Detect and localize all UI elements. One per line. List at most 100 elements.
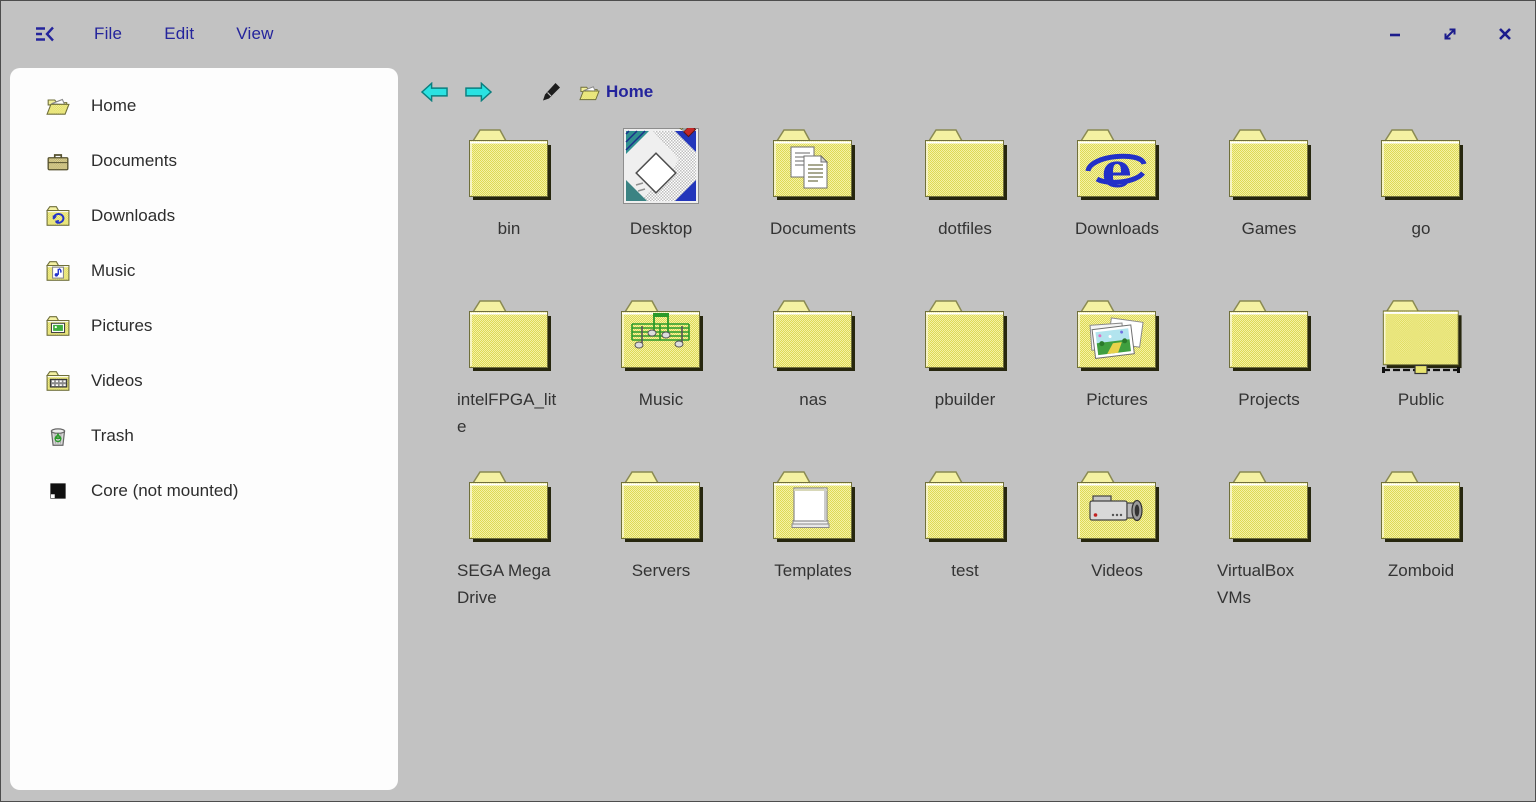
sidebar-item-label: Music [91, 261, 135, 281]
folder-label: test [889, 557, 1041, 584]
home-open-folder-icon [46, 94, 70, 118]
grid-folder-bin[interactable]: bin [433, 117, 585, 288]
close-button[interactable] [1495, 25, 1514, 44]
sidebar-item-documents[interactable]: Documents [10, 133, 398, 188]
sidebar-item-label: Pictures [91, 316, 152, 336]
folder-label: Templates [737, 557, 889, 584]
pencil-icon [541, 82, 561, 102]
sidebar-item-pictures[interactable]: Pictures [10, 298, 398, 353]
folder-icon [767, 296, 859, 378]
window-controls [1385, 0, 1514, 68]
desktop-notepad-pencil-icon [615, 125, 707, 207]
menu-file[interactable]: File [94, 24, 122, 44]
sidebar-item-music[interactable]: Music [10, 243, 398, 298]
folder-picture-icon [46, 314, 70, 338]
folder-filmstrip-icon [46, 369, 70, 393]
sidebar-item-trash[interactable]: Trash [10, 408, 398, 463]
sidebar-item-core-unmounted[interactable]: Core (not mounted) [10, 463, 398, 518]
grid-folder-desktop[interactable]: Desktop [585, 117, 737, 288]
folder-internet-e-icon [1071, 125, 1163, 207]
folder-label: go [1345, 215, 1497, 242]
breadcrumb[interactable]: Home [579, 82, 653, 103]
forward-button[interactable] [465, 82, 492, 102]
folder-sync-icon [46, 204, 70, 228]
folder-icon [463, 467, 555, 549]
toolbar: Home [421, 78, 653, 106]
sidebar-item-videos[interactable]: Videos [10, 353, 398, 408]
folder-label: dotfiles [889, 215, 1041, 242]
grid-folder-public[interactable]: Public [1345, 288, 1497, 459]
breadcrumb-label: Home [606, 82, 653, 102]
grid-folder-videos[interactable]: Videos [1041, 459, 1193, 630]
folder-label: Public [1345, 386, 1497, 413]
folder-label: SEGA Mega Drive [433, 557, 585, 611]
folder-label: Music [585, 386, 737, 413]
grid-folder-pbuilder[interactable]: pbuilder [889, 288, 1041, 459]
folder-label: Pictures [1041, 386, 1193, 413]
rename-location-button[interactable] [541, 82, 561, 102]
grid-folder-go[interactable]: go [1345, 117, 1497, 288]
folder-documents-icon [767, 125, 859, 207]
folder-label: Documents [737, 215, 889, 242]
folder-label: nas [737, 386, 889, 413]
drive-unmounted-icon [46, 479, 70, 503]
sidebar-item-downloads[interactable]: Downloads [10, 188, 398, 243]
grid-folder-documents[interactable]: Documents [737, 117, 889, 288]
folder-icon [919, 125, 1011, 207]
folder-label: pbuilder [889, 386, 1041, 413]
grid-folder-music[interactable]: Music [585, 288, 737, 459]
folder-label: Desktop [585, 215, 737, 242]
sidebar: Home Documents Downloads Music Pictures … [10, 68, 398, 790]
folder-paper-stack-icon [767, 467, 859, 549]
folder-label: VirtualBox VMs [1193, 557, 1345, 611]
sidebar-item-home[interactable]: Home [10, 78, 398, 133]
folder-label: Servers [585, 557, 737, 584]
folder-icon [463, 125, 555, 207]
folder-label: Projects [1193, 386, 1345, 413]
grid-folder-nas[interactable]: nas [737, 288, 889, 459]
grid-folder-projects[interactable]: Projects [1193, 288, 1345, 459]
briefcase-icon [46, 149, 70, 173]
minimize-button[interactable] [1385, 25, 1404, 44]
folder-icon [1375, 125, 1467, 207]
grid-folder-virtualbox-vms[interactable]: VirtualBox VMs [1193, 459, 1345, 630]
trash-can-icon [46, 424, 70, 448]
folder-icon [615, 467, 707, 549]
folder-label: Games [1193, 215, 1345, 242]
back-arrow-icon [421, 82, 448, 102]
grid-folder-pictures[interactable]: Pictures [1041, 288, 1193, 459]
folder-network-share-icon [1375, 296, 1467, 378]
grid-folder-templates[interactable]: Templates [737, 459, 889, 630]
sidebar-toggle-icon[interactable] [34, 24, 56, 44]
forward-arrow-icon [465, 82, 492, 102]
folder-icon [1223, 296, 1315, 378]
folder-music-icon [46, 259, 70, 283]
grid-folder-dotfiles[interactable]: dotfiles [889, 117, 1041, 288]
folder-grid: bin Desktop Documents dotfiles Downloads… [433, 117, 1497, 630]
sidebar-item-label: Downloads [91, 206, 175, 226]
grid-folder-servers[interactable]: Servers [585, 459, 737, 630]
grid-folder-test[interactable]: test [889, 459, 1041, 630]
sidebar-item-label: Trash [91, 426, 134, 446]
file-manager-window: { "window": { "background_color": "#c2c2… [0, 0, 1536, 802]
folder-music-staff-icon [615, 296, 707, 378]
folder-icon [463, 296, 555, 378]
menu-view[interactable]: View [236, 24, 273, 44]
folder-label: Downloads [1041, 215, 1193, 242]
grid-folder-sega-mega-drive[interactable]: SEGA Mega Drive [433, 459, 585, 630]
folder-icon [1223, 125, 1315, 207]
folder-icon [1375, 467, 1467, 549]
back-button[interactable] [421, 82, 448, 102]
folder-label: Videos [1041, 557, 1193, 584]
grid-folder-zomboid[interactable]: Zomboid [1345, 459, 1497, 630]
maximize-button[interactable] [1440, 25, 1459, 44]
folder-camcorder-icon [1071, 467, 1163, 549]
sidebar-item-label: Documents [91, 151, 177, 171]
grid-folder-intelfpga-lite[interactable]: intelFPGA_lite [433, 288, 585, 459]
sidebar-item-label: Videos [91, 371, 143, 391]
folder-icon [1223, 467, 1315, 549]
grid-folder-downloads[interactable]: Downloads [1041, 117, 1193, 288]
menu-edit[interactable]: Edit [164, 24, 194, 44]
grid-folder-games[interactable]: Games [1193, 117, 1345, 288]
folder-label: bin [433, 215, 585, 242]
